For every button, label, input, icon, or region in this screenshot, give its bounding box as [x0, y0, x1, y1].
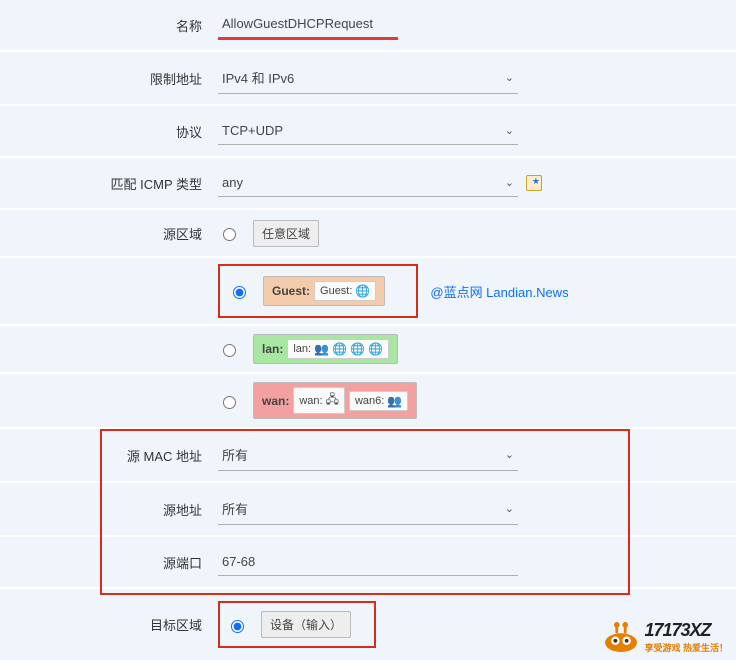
source-mac-value: 所有 [222, 445, 248, 464]
source-addr-select[interactable]: 所有 ⌄ [218, 493, 518, 525]
chevron-down-icon: ⌄ [505, 448, 514, 461]
label-source-zone: 源区域 [0, 224, 218, 243]
zone-lan-label: lan: [262, 342, 283, 356]
zone-guest-label: Guest: [272, 284, 310, 298]
zone-tag-wan: wan: wan: 🖧 wan6: 👥 [253, 382, 417, 419]
globe-icon: 🌐 [332, 342, 347, 356]
chevron-down-icon: ⌄ [505, 71, 514, 84]
icmp-type-select[interactable]: any ⌄ [218, 169, 518, 197]
row-source-zone-lan: lan: lan: 👥 🌐 🌐 🌐 [0, 326, 736, 372]
row-source-zone-guest: Guest: Guest: 🌐 @蓝点网 Landian.News [0, 258, 736, 324]
ethernet-icon: 🖧 [326, 390, 339, 411]
iface-lan: lan: 👥 🌐 🌐 🌐 [287, 339, 389, 359]
zone-wan-label: wan: [262, 394, 289, 408]
protocol-select[interactable]: TCP+UDP ⌄ [218, 117, 518, 145]
row-source-zone-any: 源区域 任意区域 [0, 210, 736, 256]
protocol-value: TCP+UDP [222, 123, 283, 138]
watermark-main: 17173XZ [644, 620, 728, 641]
iface-wan6: wan6: 👥 [349, 391, 408, 411]
restrict-addr-value: IPv4 和 IPv6 [222, 68, 294, 87]
label-source-addr: 源地址 [0, 500, 218, 519]
row-source-addr: 源地址 所有 ⌄ [0, 483, 736, 535]
category-icon[interactable] [526, 175, 542, 191]
source-addr-value: 所有 [222, 499, 248, 518]
radio-guest-zone[interactable] [233, 286, 246, 299]
label-name: 名称 [0, 16, 218, 35]
radio-any-zone[interactable] [223, 228, 236, 241]
label-dest-zone: 目标区域 [0, 615, 218, 634]
radio-wan-zone[interactable] [223, 396, 236, 409]
label-protocol: 协议 [0, 122, 218, 141]
radio-device-input[interactable] [231, 620, 244, 633]
row-source-mac: 源 MAC 地址 所有 ⌄ [0, 429, 736, 481]
row-icmp-type: 匹配 ICMP 类型 any ⌄ [0, 158, 736, 208]
row-restrict-addr: 限制地址 IPv4 和 IPv6 ⌄ [0, 52, 736, 104]
label-restrict-addr: 限制地址 [0, 69, 218, 88]
row-source-port: 源端口 [0, 537, 736, 587]
label-icmp-type: 匹配 ICMP 类型 [0, 174, 218, 193]
row-source-zone-wan: wan: wan: 🖧 wan6: 👥 [0, 374, 736, 427]
source-zone-group: 源区域 任意区域 Guest: Guest: 🌐 @蓝点网 Landian. [0, 210, 736, 427]
label-source-mac: 源 MAC 地址 [0, 446, 218, 465]
iface-guest: Guest: 🌐 [314, 281, 376, 301]
label-source-port: 源端口 [0, 553, 218, 572]
zone-tag-guest: Guest: Guest: 🌐 [263, 276, 385, 306]
iface-wan: wan: 🖧 [293, 387, 345, 414]
bridge-icon: 👥 [387, 394, 402, 408]
globe-icon: 🌐 [350, 342, 365, 356]
chevron-down-icon: ⌄ [505, 176, 514, 189]
globe-icon: 🌐 [368, 342, 383, 356]
source-port-input[interactable] [218, 548, 518, 576]
source-params-group: 源 MAC 地址 所有 ⌄ 源地址 所有 ⌄ 源端口 [0, 429, 736, 587]
restrict-addr-select[interactable]: IPv4 和 IPv6 ⌄ [218, 62, 518, 94]
globe-icon: 🌐 [355, 284, 370, 298]
name-input[interactable] [218, 10, 398, 40]
zone-tag-lan: lan: lan: 👥 🌐 🌐 🌐 [253, 334, 398, 364]
zone-tag-any: 任意区域 [253, 220, 319, 247]
zone-tag-device: 设备（输入） [261, 611, 351, 638]
watermark-sub: 享受游戏 热爱生活！ [644, 641, 728, 654]
source-mac-select[interactable]: 所有 ⌄ [218, 439, 518, 471]
watermark-logo: 17173XZ 享受游戏 热爱生活！ [602, 620, 728, 654]
chevron-down-icon: ⌄ [505, 502, 514, 515]
icmp-type-value: any [222, 175, 243, 190]
row-name: 名称 [0, 0, 736, 50]
radio-lan-zone[interactable] [223, 344, 236, 357]
row-protocol: 协议 TCP+UDP ⌄ [0, 106, 736, 156]
mascot-icon [602, 622, 640, 652]
bridge-icon: 👥 [314, 342, 329, 356]
chevron-down-icon: ⌄ [505, 124, 514, 137]
watermark-text: @蓝点网 Landian.News [430, 282, 568, 301]
